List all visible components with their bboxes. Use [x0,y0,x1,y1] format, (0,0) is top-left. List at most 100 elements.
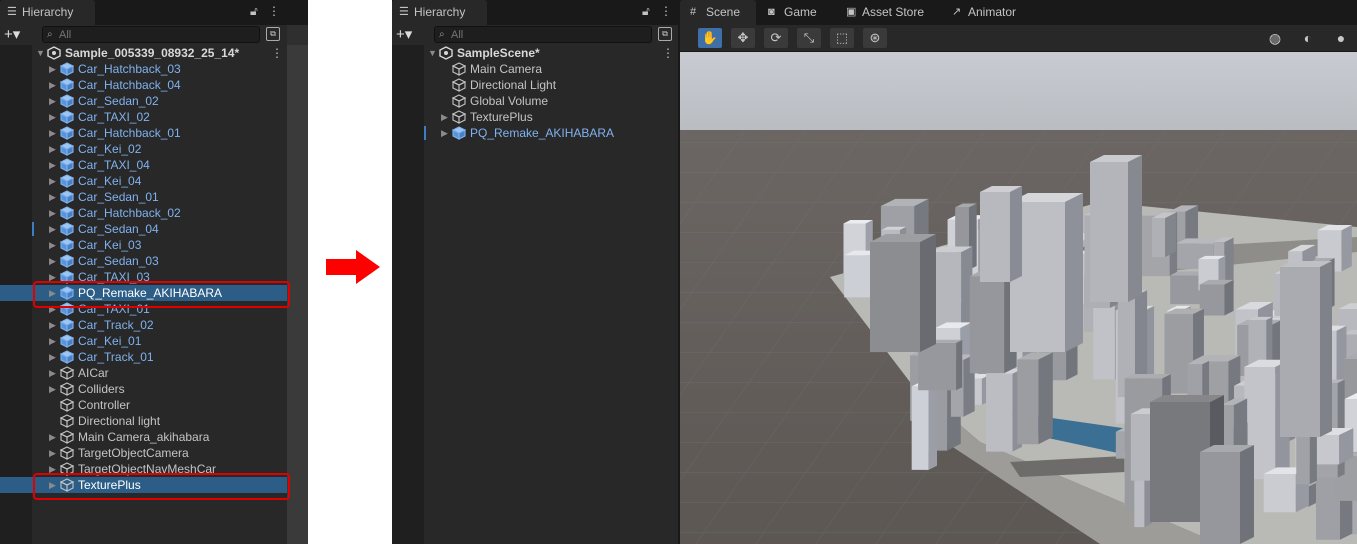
prefab-cube-icon [59,190,75,204]
left-hierarchy-item[interactable]: ▶ Car_Sedan_03 [0,253,287,269]
rotate-tool-icon[interactable]: ⟳ [764,28,788,48]
left-search-input[interactable] [59,27,209,42]
left-hierarchy-item[interactable]: ▶ Car_Sedan_01 [0,189,287,205]
collapsed-arrow-icon[interactable]: ▶ [49,381,56,397]
left-add-button[interactable]: +▾ [4,25,20,45]
transform-tool-icon[interactable]: ⊛ [863,28,887,48]
scene-tab-label: Game [784,5,817,19]
right-hierarchy-tab[interactable]: ☰ Hierarchy [392,0,487,25]
left-hierarchy-item[interactable]: ▶ TargetObjectCamera [0,445,287,461]
collapsed-arrow-icon[interactable]: ▶ [49,157,56,173]
left-hierarchy-item[interactable]: ▶ Car_Kei_02 [0,141,287,157]
move-tool-icon[interactable]: ✥ [731,28,755,48]
left-hierarchy-tab[interactable]: ☰ Hierarchy [0,0,95,25]
right-hierarchy-item[interactable]: Directional Light [392,77,678,93]
shopping-bag-icon: ▣ [846,6,857,18]
gameobject-cube-icon [59,398,75,412]
right-hierarchy-item[interactable]: ▶ TexturePlus [392,109,678,125]
left-hierarchy-item[interactable]: ▶ Car_Hatchback_02 [0,205,287,221]
shaded-shading-icon[interactable]: ◐ [1295,28,1321,48]
highlight-box-textureplus [33,473,290,500]
collapsed-arrow-icon[interactable]: ▶ [49,429,56,445]
item-label: Car_Hatchback_02 [78,206,181,220]
left-hierarchy-item[interactable]: ▶ Car_Track_01 [0,349,287,365]
collapsed-arrow-icon[interactable]: ▶ [49,349,56,365]
search-by-type-icon[interactable]: ⧉ [266,27,280,41]
scene-tab-1[interactable]: ◙ Game [758,0,832,25]
scene-more-icon[interactable]: ⋮ [271,45,283,61]
search-icon: ⌕ [47,29,53,40]
collapsed-arrow-icon[interactable]: ▶ [49,445,56,461]
unity-scene-icon [439,46,453,60]
scene-tab-0[interactable]: # Scene [680,0,756,25]
left-search-box[interactable]: ⌕ [42,26,260,43]
left-hierarchy-item[interactable]: ▶ Car_Kei_01 [0,333,287,349]
hand-tool-icon[interactable]: ✋ [698,28,722,48]
right-scene-root[interactable]: ▼ SampleScene* ⋮ [392,45,678,61]
left-hierarchy-item[interactable]: ▶ Main Camera_akihabara [0,429,287,445]
collapsed-arrow-icon[interactable]: ▶ [49,317,56,333]
right-search-input[interactable] [451,27,601,42]
left-hierarchy-item[interactable]: ▶ Car_Hatchback_04 [0,77,287,93]
scene-viewport[interactable] [680,52,1357,544]
collapsed-arrow-icon[interactable]: ▶ [49,61,56,77]
left-hierarchy-item[interactable]: Directional light [0,413,287,429]
collapsed-arrow-icon[interactable]: ▶ [49,333,56,349]
more-options-icon[interactable]: ⋮ [268,4,280,18]
collapsed-arrow-icon[interactable]: ▶ [49,365,56,381]
expanded-arrow-icon[interactable]: ▼ [36,45,45,61]
left-hierarchy-item[interactable]: ▶ Car_Kei_04 [0,173,287,189]
collapsed-arrow-icon[interactable]: ▶ [441,109,448,125]
scene-toolbar: ✋ ✥ ⟳ ⤡ ⬚ ⊛ ◍ ◐ ● [680,25,1357,52]
collapsed-arrow-icon[interactable]: ▶ [49,189,56,205]
left-hierarchy-window: ☰ Hierarchy 🔓︎ ⋮ +▾ ⌕ ⧉ ▼ Sample_005339_0… [0,0,308,544]
right-hierarchy-item[interactable]: Global Volume [392,93,678,109]
lit-shading-icon[interactable]: ● [1328,28,1354,48]
more-options-icon[interactable]: ⋮ [660,4,672,18]
left-hierarchy-item[interactable]: ▶ Colliders [0,381,287,397]
right-hierarchy-item[interactable]: Main Camera [392,61,678,77]
right-search-box[interactable]: ⌕ [434,26,652,43]
collapsed-arrow-icon[interactable]: ▶ [49,173,56,189]
lock-icon[interactable]: 🔓︎ [250,4,258,19]
left-hierarchy-item[interactable]: ▶ Car_Hatchback_03 [0,61,287,77]
left-scene-toolbar-edge [287,25,308,45]
right-add-button[interactable]: +▾ [396,25,412,45]
collapsed-arrow-icon[interactable]: ▶ [49,221,56,237]
left-hierarchy-item[interactable]: ▶ Car_Sedan_04 [0,221,287,237]
collapsed-arrow-icon[interactable]: ▶ [441,125,448,141]
collapsed-arrow-icon[interactable]: ▶ [49,237,56,253]
scene-tab-2[interactable]: ▣ Asset Store [836,0,940,25]
prefab-cube-icon [59,110,75,124]
left-hierarchy-item[interactable]: ▶ Car_Hatchback_01 [0,125,287,141]
prefab-cube-icon [59,206,75,220]
rect-tool-icon[interactable]: ⬚ [830,28,854,48]
prefab-cube-icon [59,94,75,108]
collapsed-arrow-icon[interactable]: ▶ [49,125,56,141]
left-hierarchy-item[interactable]: ▶ Car_TAXI_04 [0,157,287,173]
scene-tab-3[interactable]: ↗ Animator [942,0,1032,25]
collapsed-arrow-icon[interactable]: ▶ [49,253,56,269]
collapsed-arrow-icon[interactable]: ▶ [49,109,56,125]
scene-more-icon[interactable]: ⋮ [662,45,674,61]
collapsed-arrow-icon[interactable]: ▶ [49,93,56,109]
wireframe-shading-icon[interactable]: ◍ [1262,28,1288,48]
scale-tool-icon[interactable]: ⤡ [797,28,821,48]
right-hierarchy-item[interactable]: ▶ PQ_Remake_AKIHABARA [392,125,678,141]
item-label: Car_Kei_04 [78,174,142,188]
left-scene-root[interactable]: ▼ Sample_005339_08932_25_14* ⋮ [0,45,287,61]
lock-icon[interactable]: 🔓︎ [642,4,650,19]
left-hierarchy-item[interactable]: ▶ Car_Sedan_02 [0,93,287,109]
left-hierarchy-item[interactable]: Controller [0,397,287,413]
prefab-cube-icon [59,158,75,172]
left-hierarchy-item[interactable]: ▶ Car_Track_02 [0,317,287,333]
gameobject-cube-icon [451,62,467,76]
search-by-type-icon[interactable]: ⧉ [658,27,672,41]
collapsed-arrow-icon[interactable]: ▶ [49,141,56,157]
collapsed-arrow-icon[interactable]: ▶ [49,77,56,93]
left-hierarchy-item[interactable]: ▶ Car_TAXI_02 [0,109,287,125]
left-hierarchy-item[interactable]: ▶ Car_Kei_03 [0,237,287,253]
expanded-arrow-icon[interactable]: ▼ [428,45,437,61]
left-hierarchy-item[interactable]: ▶ AICar [0,365,287,381]
collapsed-arrow-icon[interactable]: ▶ [49,205,56,221]
